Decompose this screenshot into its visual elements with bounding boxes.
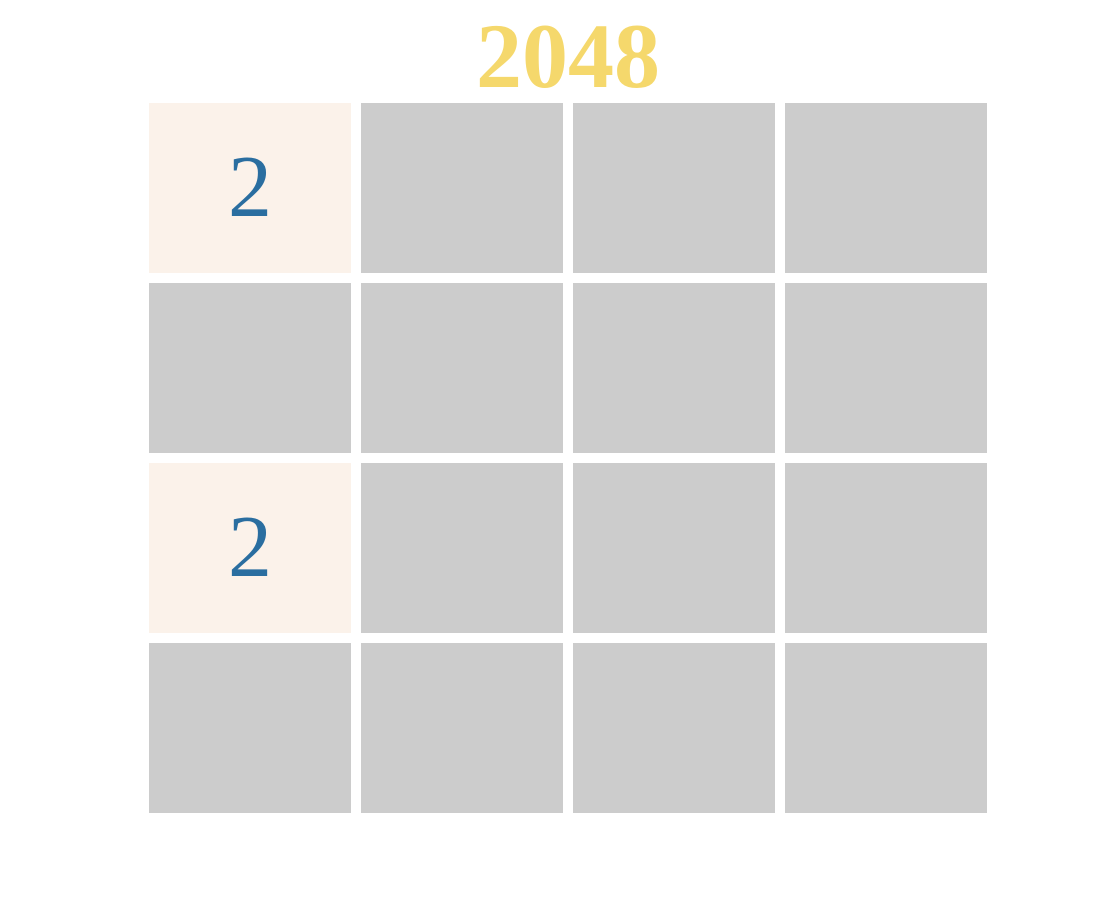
empty-cell <box>361 643 563 813</box>
empty-cell <box>361 283 563 453</box>
empty-cell <box>573 283 775 453</box>
game-title: 2048 <box>476 5 660 107</box>
empty-cell <box>149 283 351 453</box>
tile: 2 <box>149 103 351 273</box>
empty-cell <box>573 103 775 273</box>
empty-cell <box>361 463 563 633</box>
empty-cell <box>785 103 987 273</box>
empty-cell <box>785 283 987 453</box>
empty-cell <box>785 463 987 633</box>
game-board: 22 <box>149 103 987 813</box>
empty-cell <box>785 643 987 813</box>
empty-cell <box>573 643 775 813</box>
tile: 2 <box>149 463 351 633</box>
empty-cell <box>361 103 563 273</box>
empty-cell <box>573 463 775 633</box>
empty-cell <box>149 643 351 813</box>
